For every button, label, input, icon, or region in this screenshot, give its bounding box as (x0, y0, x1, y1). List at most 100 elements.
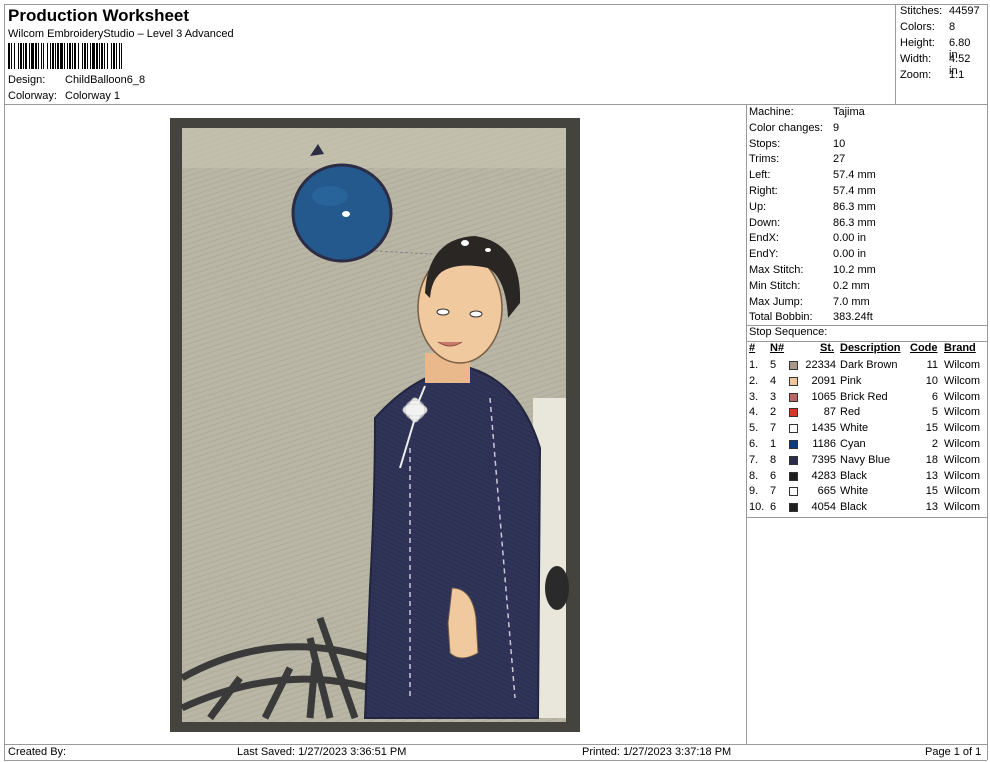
info-row-stops: Stops: 10 (749, 137, 845, 150)
info-value: 383.24ft (833, 311, 873, 324)
info-label: Max Jump: (749, 295, 803, 308)
row-stitches: 1186 (812, 438, 836, 450)
worksheet-page: { "header": { "title": "Production Works… (0, 0, 990, 762)
row-stitches: 22334 (805, 359, 836, 371)
info-label: Right: (749, 185, 778, 197)
info-row-trims: Trims: 27 (749, 153, 845, 166)
table-row: 7. 8 7395 Navy Blue 18 Wilcom (746, 454, 987, 470)
row-brand: Wilcom (944, 359, 981, 371)
col-brand: Brand (944, 342, 976, 354)
info-row-total-bobbin: Total Bobbin: 383.24ft (749, 311, 873, 324)
created-by: Created By: (8, 746, 67, 758)
table-row: 5. 7 1435 White 15 Wilcom (746, 422, 987, 438)
row-brand: Wilcom (944, 390, 981, 403)
col-st: St. (820, 342, 835, 354)
barcode-icon (8, 43, 122, 69)
table-row: 3. 3 1065 Brick Red 6 Wilcom (746, 391, 987, 407)
col-description: Description (840, 342, 901, 354)
info-label: Total Bobbin: (749, 311, 813, 324)
row-brand: Wilcom (944, 374, 981, 387)
design-label: Design: (8, 74, 46, 86)
row-description: Navy Blue (840, 453, 891, 466)
info-label: Stops: (749, 137, 781, 150)
stop-sequence-title: Stop Sequence: (749, 326, 828, 338)
row-needle: 5 (770, 359, 777, 371)
embroidery-preview (170, 118, 580, 732)
boy-eye-left (436, 308, 450, 316)
row-stitches: 4054 (811, 501, 836, 514)
info-row-endx: EndX: 0.00 in (749, 232, 866, 244)
table-row: 1. 5 22334 Dark Brown 11 Wilcom (746, 359, 987, 375)
info-row-machine: Machine: Tajima (749, 106, 865, 118)
info-value: 86.3 mm (833, 200, 876, 213)
table-row: 8. 6 4283 Black 13 Wilcom (746, 470, 987, 486)
row-number: 3. (749, 390, 759, 403)
stat-height: Height: 6.80 in (900, 37, 971, 61)
row-brand: Wilcom (944, 406, 981, 419)
design-info-panel: Machine: Tajima Color changes: 9 Stops: 10 Tri… (746, 104, 987, 744)
row-stitches: 7395 (811, 453, 836, 466)
info-row-endy: EndY: 0.00 in (749, 248, 866, 261)
col-needle: N# (770, 342, 785, 354)
row-brand: Wilcom (944, 501, 981, 514)
info-value: 9 (833, 121, 840, 134)
col-num: # (749, 342, 756, 354)
row-needle: 7 (770, 422, 777, 435)
info-label: Down: (749, 216, 781, 229)
row-stitches: 665 (817, 485, 836, 498)
row-needle: 6 (770, 469, 777, 482)
row-code: 11 (926, 359, 938, 371)
color-swatch (789, 424, 798, 434)
software-name: Wilcom EmbroideryStudio – Level 3 Advanc… (8, 28, 234, 40)
row-code: 5 (931, 406, 938, 419)
stat-zoom: Zoom: 1:1 (900, 69, 965, 81)
page-number: Page 1 of 1 (925, 746, 982, 758)
color-swatch (789, 455, 798, 465)
info-value: 10 (833, 137, 846, 150)
row-code: 13 (925, 469, 938, 482)
info-label: Left: (749, 169, 771, 182)
row-brand: Wilcom (944, 485, 981, 498)
row-description: Dark Brown (840, 359, 898, 371)
table-row: 9. 7 665 White 15 Wilcom (746, 485, 987, 501)
row-number: 1. (749, 359, 759, 371)
info-label: Color changes: (749, 121, 823, 134)
frame-bottom-line (4, 760, 987, 761)
info-value: 0.2 mm (833, 279, 870, 292)
row-code: 15 (925, 422, 938, 435)
table-bottom-line (746, 517, 987, 518)
row-needle: 2 (770, 406, 777, 419)
info-label: Min Stitch: (749, 279, 801, 292)
table-row: 2. 4 2091 Pink 10 Wilcom (746, 375, 987, 391)
row-number: 9. (749, 485, 759, 498)
info-value: 27 (833, 153, 846, 166)
row-description: White (840, 422, 869, 435)
info-label: Machine: (749, 106, 794, 118)
row-number: 6. (749, 438, 759, 450)
frame-top-line (4, 4, 987, 5)
row-number: 10. (749, 501, 765, 514)
info-value: 10.2 mm (833, 264, 876, 276)
footer-bar: Created By: Last Saved: 1/27/2023 3:36:5… (4, 744, 987, 761)
row-code: 15 (925, 485, 938, 498)
color-swatch (789, 408, 798, 418)
color-swatch (789, 392, 798, 402)
color-swatch (789, 471, 798, 481)
row-stitches: 87 (823, 406, 836, 419)
info-value: 0.00 in (833, 248, 867, 261)
info-value: 86.3 mm (833, 216, 876, 229)
row-brand: Wilcom (944, 422, 981, 435)
row-code: 2 (931, 438, 938, 450)
row-stitches: 2091 (811, 374, 836, 387)
info-row-max-jump: Max Jump: 7.0 mm (749, 295, 870, 308)
row-description: Black (840, 501, 867, 514)
info-value: 57.4 mm (833, 185, 876, 197)
row-needle: 6 (770, 501, 777, 514)
info-label: EndY: (749, 248, 779, 261)
info-label: Trims: (749, 153, 780, 166)
col-code: Code (910, 342, 938, 354)
table-row: 10. 6 4054 Black 13 Wilcom (746, 501, 987, 517)
frame-left-line (4, 4, 5, 760)
row-stitches: 1065 (811, 390, 836, 403)
row-description: White (840, 485, 869, 498)
